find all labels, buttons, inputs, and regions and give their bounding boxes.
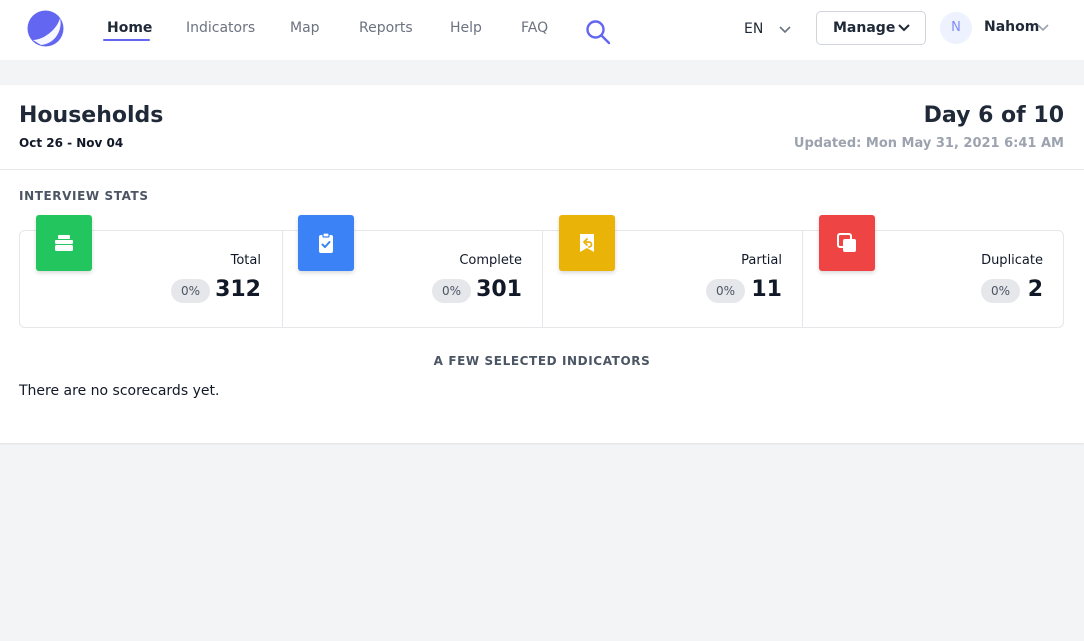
divider [282, 231, 283, 327]
crescent-logo-icon[interactable] [27, 10, 64, 47]
chevron-down-icon[interactable] [1036, 23, 1050, 33]
duplicate-icon [819, 215, 875, 271]
stat-value: 312 [215, 277, 261, 302]
active-tab-underline [103, 39, 150, 41]
stat-label: Duplicate [981, 253, 1043, 268]
selected-indicators-title: A FEW SELECTED INDICATORS [433, 354, 651, 368]
stat-value: 2 [1027, 277, 1043, 302]
updated-timestamp: Updated: Mon May 31, 2021 6:41 AM [793, 136, 1064, 151]
divider [542, 231, 543, 327]
interview-stats-label: INTERVIEW STATS [19, 189, 149, 203]
date-range: Oct 26 - Nov 04 [19, 136, 124, 150]
divider [802, 231, 803, 327]
stat-label: Complete [459, 253, 522, 268]
stat-label: Partial [741, 253, 782, 268]
nav-link-home[interactable]: Home [107, 20, 152, 36]
divider [0, 169, 1084, 170]
avatar[interactable]: N [940, 12, 972, 44]
stat-label: Total [230, 253, 261, 268]
nav-link-faq[interactable]: FAQ [521, 20, 548, 36]
clipboard-check-icon [298, 215, 354, 271]
chevron-down-icon [898, 24, 910, 32]
nav-link-map[interactable]: Map [290, 20, 320, 36]
user-menu[interactable]: Nahom [984, 19, 1039, 35]
top-navbar: Home Indicators Map Reports Help FAQ EN … [0, 0, 1084, 60]
stat-value: 301 [476, 277, 522, 302]
search-icon[interactable] [584, 18, 612, 46]
manage-button-label: Manage [833, 20, 896, 36]
stat-value: 11 [751, 277, 782, 302]
page-title: Households [19, 103, 164, 128]
nav-link-help[interactable]: Help [450, 20, 482, 36]
nav-link-indicators[interactable]: Indicators [186, 20, 255, 36]
manage-button[interactable]: Manage [816, 11, 926, 45]
interview-stats-panel: Total 0% 312 Complete 0% 301 Partial 0% … [19, 215, 1064, 328]
chevron-down-icon[interactable] [778, 25, 792, 35]
households-card: Households Oct 26 - Nov 04 Day 6 of 10 U… [0, 85, 1084, 443]
nav-link-reports[interactable]: Reports [359, 20, 413, 36]
language-selector[interactable]: EN [744, 21, 763, 37]
stack-icon [36, 215, 92, 271]
undo-document-icon [559, 215, 615, 271]
empty-state-message: There are no scorecards yet. [19, 383, 220, 399]
day-progress: Day 6 of 10 [923, 103, 1064, 128]
